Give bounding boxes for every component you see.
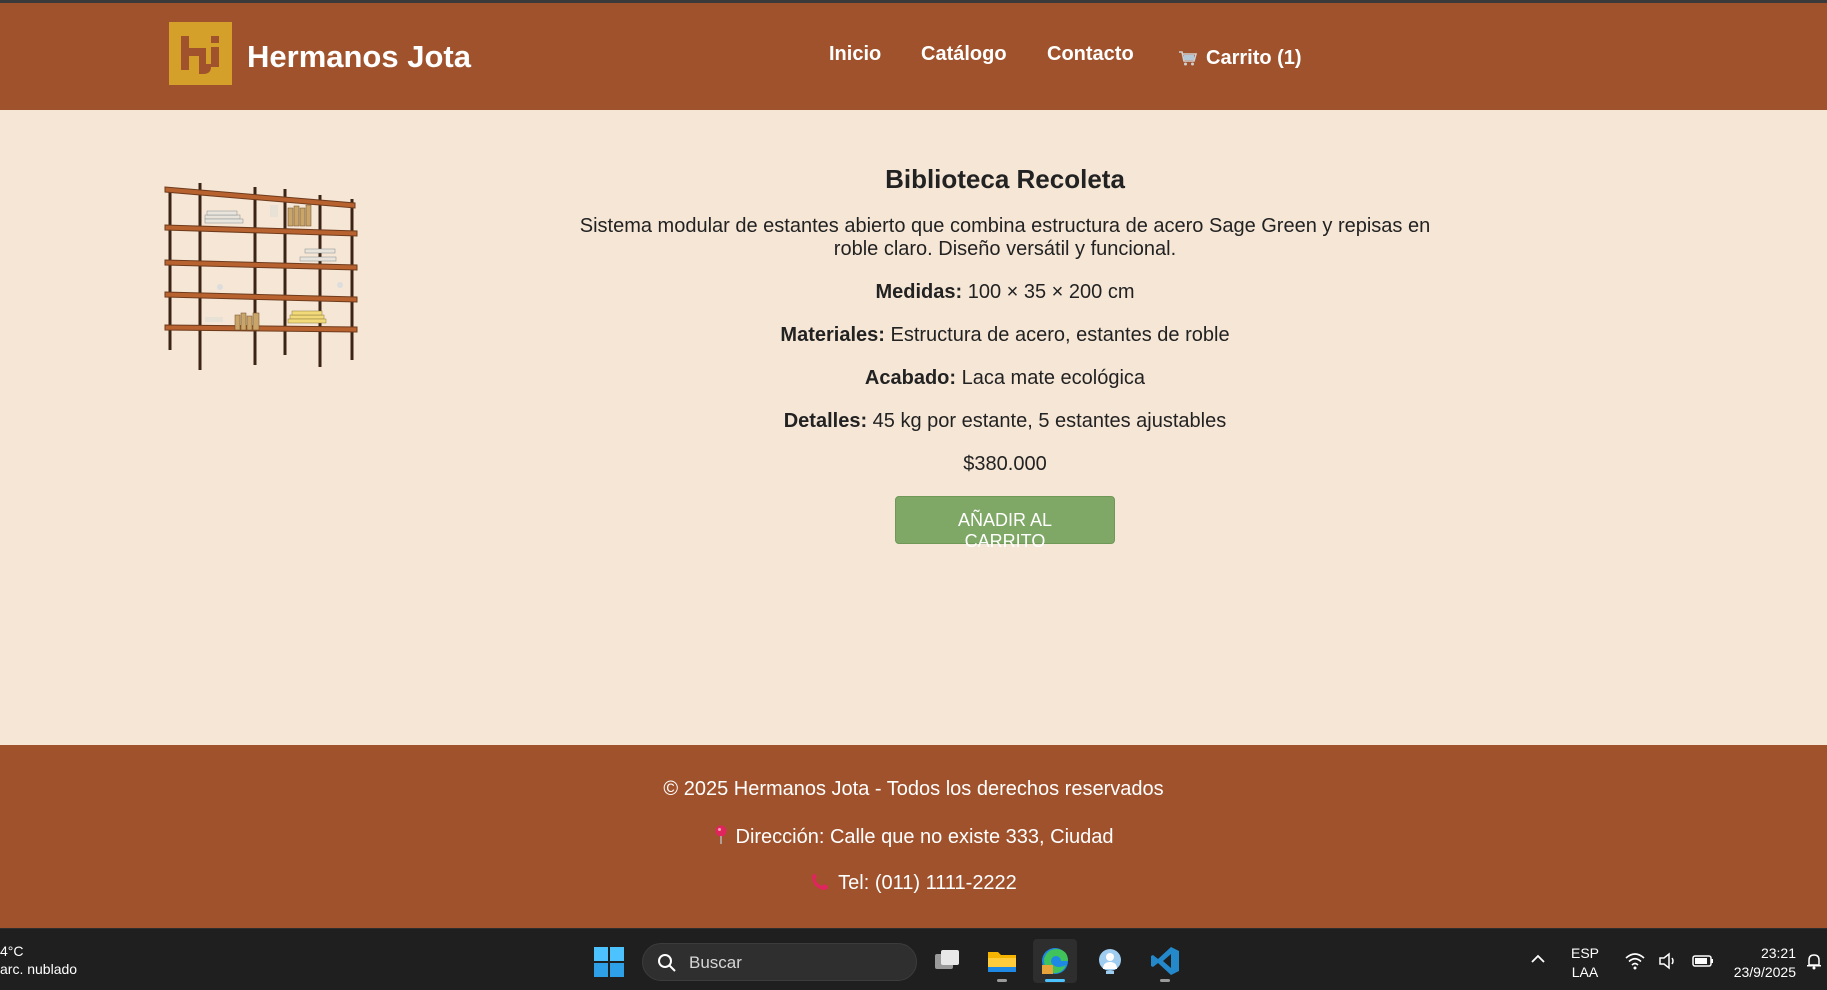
spec-value: Estructura de acero, estantes de roble [890, 324, 1230, 346]
site-header: Hermanos Jota Inicio Catálogo Contacto C… [0, 3, 1827, 110]
add-to-cart-button[interactable]: AÑADIR AL CARRITO [895, 496, 1115, 551]
security-button[interactable] [1088, 939, 1132, 983]
edge-icon [1042, 948, 1068, 974]
location-pin-icon [715, 825, 726, 844]
file-explorer-button[interactable] [980, 939, 1024, 983]
weather-desc: arc. nublado [0, 961, 78, 977]
vscode-icon [1151, 947, 1179, 975]
search-input[interactable] [689, 952, 889, 974]
nav-link-carrito[interactable]: Carrito (1) [1178, 47, 1302, 70]
input-language[interactable]: ESP LAA [1571, 944, 1599, 982]
lang-code: ESP [1571, 945, 1600, 961]
phone-icon [812, 874, 829, 890]
weather-temp: 4°C [0, 943, 24, 959]
shopping-cart-icon [1179, 51, 1198, 66]
footer-address: Dirección: Calle que no existe 333, Ciud… [0, 825, 1827, 849]
lang-layout: LAA [1571, 964, 1599, 980]
address-text: Dirección: Calle que no existe 333, Ciud… [735, 826, 1114, 848]
spec-medidas: Medidas: 100 × 35 × 200 cm [560, 281, 1450, 304]
task-view-icon [935, 950, 959, 969]
security-icon [1099, 949, 1121, 974]
product-title: Biblioteca Recoleta [885, 164, 1125, 194]
spec-label: Acabado: [864, 367, 957, 389]
system-clock[interactable]: 23:21 23/9/2025 [1718, 944, 1796, 982]
file-explorer-icon [988, 952, 1016, 972]
active-indicator [1045, 979, 1065, 982]
battery-icon [1692, 955, 1713, 967]
clock-date: 23/9/2025 [1733, 964, 1796, 980]
nav-link-contacto[interactable]: Contacto [1047, 43, 1134, 66]
running-indicator [1160, 979, 1170, 982]
edge-button[interactable] [1033, 939, 1077, 983]
main-nav: Inicio Catálogo Contacto Carrito (1) [0, 43, 1827, 73]
site-footer: © 2025 Hermanos Jota - Todos los derecho… [0, 745, 1827, 928]
spec-detalles: Detalles: 45 kg por estante, 5 estantes … [560, 410, 1450, 433]
product-price: $380.000 [963, 453, 1047, 475]
spec-label: Detalles: [783, 410, 868, 432]
clock-time: 23:21 [1760, 945, 1796, 961]
volume-icon [1659, 952, 1675, 970]
nav-link-inicio[interactable]: Inicio [829, 43, 881, 66]
footer-copyright: © 2025 Hermanos Jota - Todos los derecho… [663, 778, 1164, 800]
wifi-icon [1625, 953, 1645, 970]
notification-bell-icon[interactable] [1805, 952, 1823, 970]
spec-value: 100 × 35 × 200 cm [967, 281, 1135, 303]
spec-label: Materiales: [780, 324, 885, 346]
spec-materiales: Materiales: Estructura de acero, estante… [560, 324, 1450, 347]
task-view-button[interactable] [925, 939, 969, 983]
footer-phone: Tel: (011) 1111-2222 [0, 872, 1827, 895]
search-icon [658, 954, 676, 972]
running-indicator [997, 979, 1007, 982]
chevron-up-icon[interactable] [1530, 952, 1546, 964]
windows-taskbar: 4°C arc. nublado Buscar ESP LAA 23:21 23… [0, 928, 1827, 990]
weather-widget[interactable]: 4°C arc. nublado [0, 942, 77, 978]
spec-label: Medidas: [875, 281, 963, 303]
product-info: Biblioteca Recoleta Sistema modular de e… [560, 164, 1450, 552]
spec-value: 45 kg por estante, 5 estantes ajustables [872, 410, 1227, 432]
phone-text: Tel: (011) 1111-2222 [838, 872, 1017, 894]
product-description: Sistema modular de estantes abierto que … [579, 215, 1431, 260]
spec-acabado: Acabado: Laca mate ecológica [560, 367, 1450, 390]
product-image [160, 175, 365, 380]
system-tray[interactable] [1624, 952, 1723, 975]
taskbar-search[interactable] [642, 943, 917, 981]
nav-link-catalogo[interactable]: Catálogo [921, 43, 1007, 66]
spec-value: Laca mate ecológica [961, 367, 1146, 389]
vscode-button[interactable] [1143, 939, 1187, 983]
windows-start-icon[interactable] [594, 947, 624, 977]
cart-label: Carrito (1) [1206, 47, 1302, 69]
